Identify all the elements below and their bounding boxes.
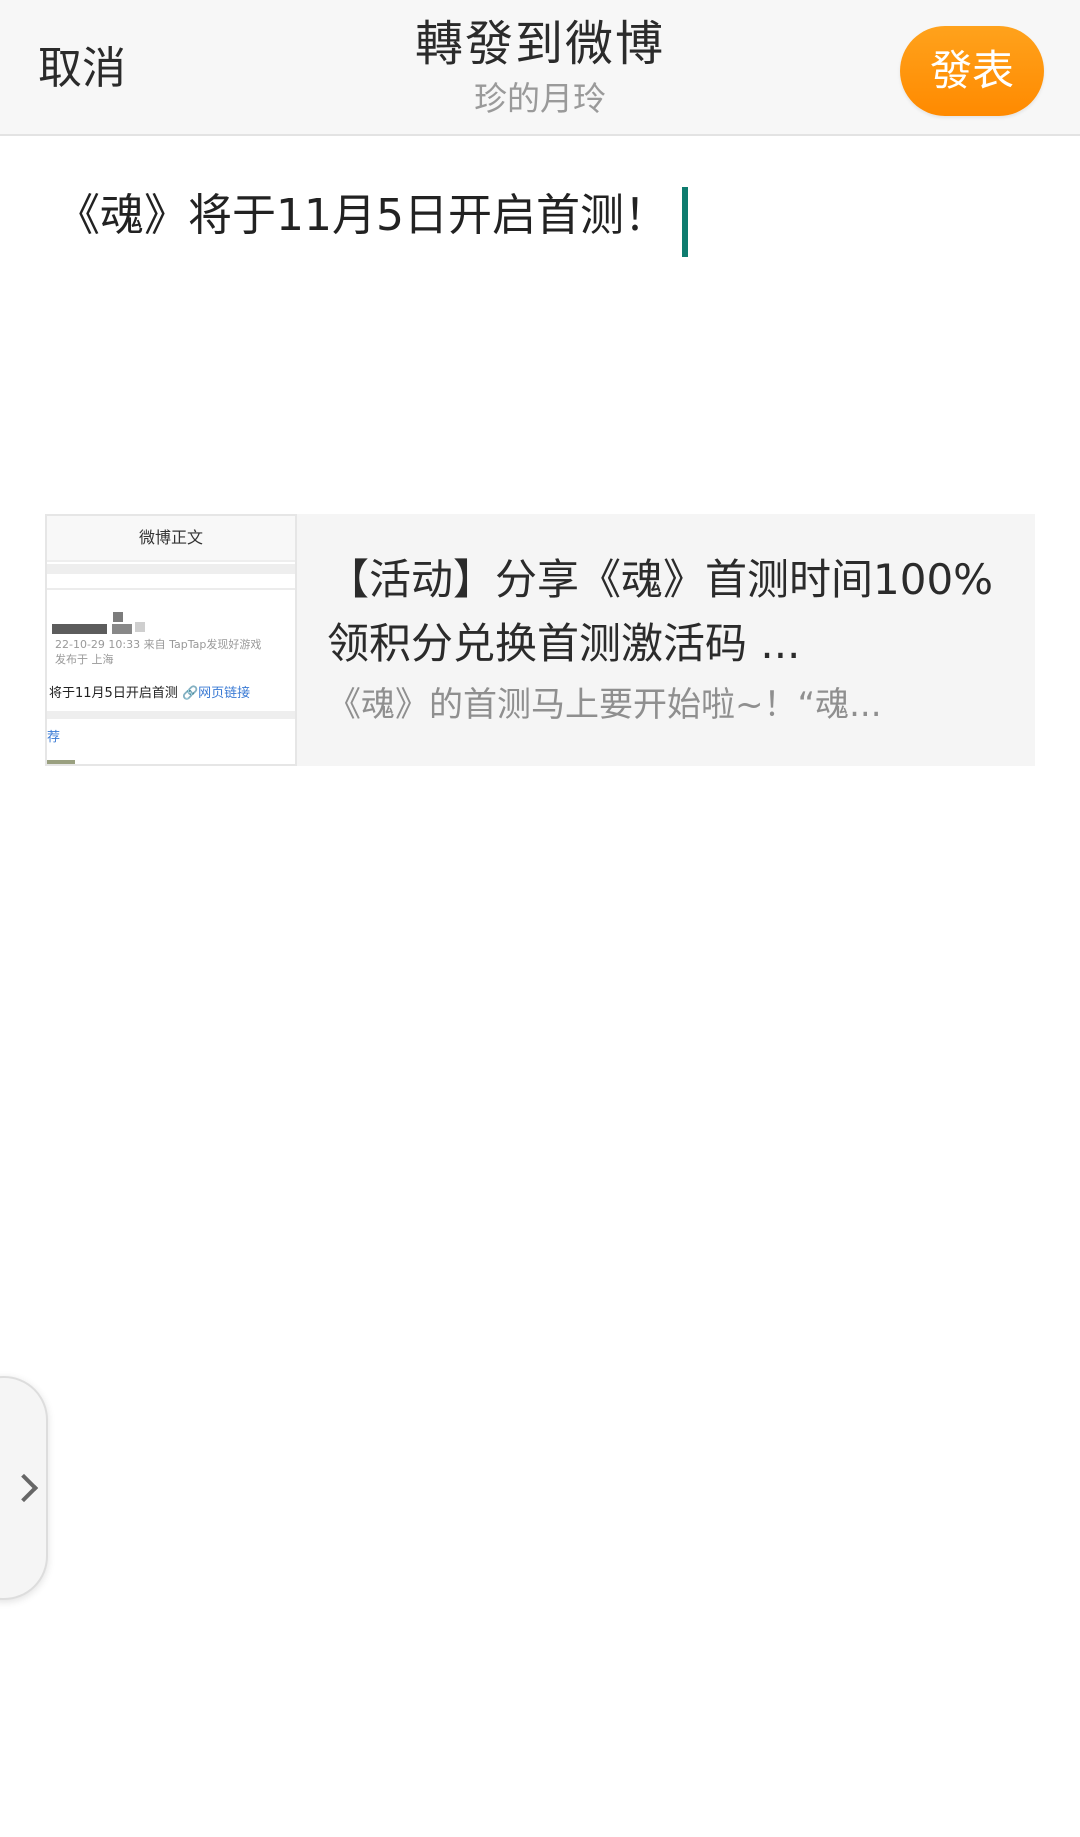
thumbnail-header: 微博正文 (47, 516, 295, 562)
thumbnail-divider (47, 588, 295, 590)
thumbnail-tag: 荐 (47, 730, 61, 745)
thumbnail-divider (47, 564, 295, 574)
text-cursor (681, 186, 688, 257)
compose-input[interactable]: 《魂》将于11月5日开启首测！ (56, 186, 1016, 466)
thumbnail-timestamp: 22-10-29 10:33 来自 TapTap发现好游戏 (55, 638, 262, 651)
thumbnail-photo (47, 760, 75, 764)
card-description: 《魂》的首测马上要开始啦~！“魂... (327, 685, 882, 725)
thumbnail-body: 将于11月5日开启首测 🔗网页链接 (49, 686, 250, 702)
blurred-username (112, 624, 132, 634)
card-title: 【活动】分享《魂》首测时间100%领积分兑换首测激活码 ... (327, 555, 994, 668)
side-panel-handle[interactable] (0, 1376, 48, 1600)
compose-text: 《魂》将于11月5日开启首测！ (56, 190, 668, 241)
card-thumbnail: 微博正文 22-10-29 10:33 来自 TapTap发现好游戏 发布于 上… (45, 514, 297, 766)
chevron-right-icon (9, 1473, 39, 1503)
card-text: 【活动】分享《魂》首测时间100%领积分兑换首测激活码 ... 《魂》的首测马上… (327, 548, 1017, 728)
publish-button[interactable]: 發表 (900, 26, 1044, 116)
thumbnail-divider (47, 711, 295, 719)
blurred-username (52, 624, 107, 634)
thumbnail-body-text: 将于11月5日开启首测 (49, 686, 182, 701)
blurred-badge (113, 612, 123, 622)
thumbnail-location: 发布于 上海 (55, 653, 114, 666)
shared-link-card[interactable]: 微博正文 22-10-29 10:33 来自 TapTap发现好游戏 发布于 上… (45, 514, 1035, 766)
top-bar: 取消 轉發到微博 珍的月玲 發表 (0, 0, 1080, 136)
blurred-badge (135, 622, 145, 632)
thumbnail-link: 🔗网页链接 (181, 686, 251, 701)
